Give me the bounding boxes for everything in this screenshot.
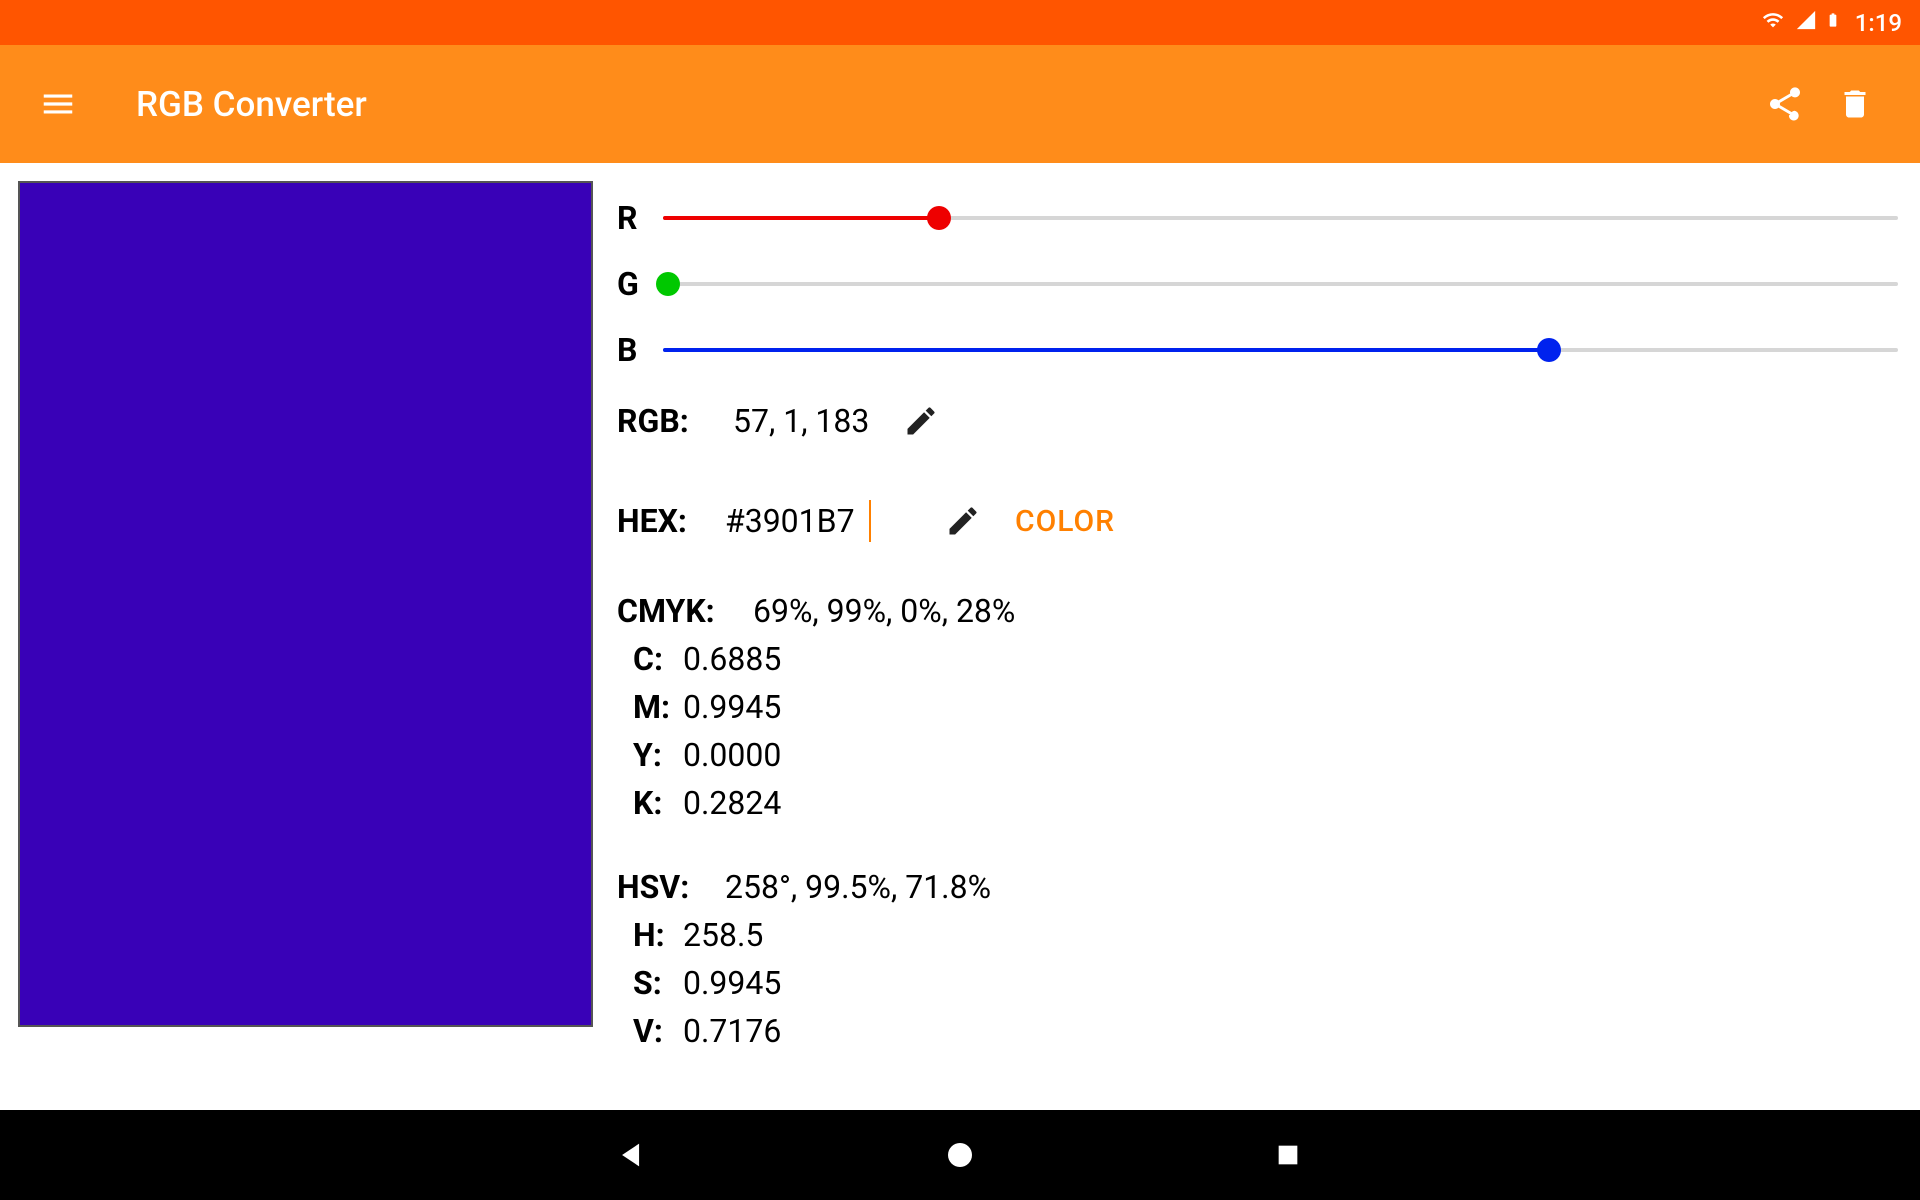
share-button[interactable] [1750,69,1820,139]
trash-icon [1837,86,1873,122]
hex-label: HEX: [617,502,725,540]
android-status-bar: 1:19 [0,0,1920,45]
hsv-block: HSV: 258°, 99.5%, 71.8% H:258.5 S:0.9945… [617,863,1898,1055]
android-nav-bar [0,1110,1920,1200]
edit-rgb-button[interactable] [903,403,939,439]
color-swatch [18,181,593,1027]
slider-row-r: R [617,185,1898,251]
hsv-row: HSV: 258°, 99.5%, 71.8% [617,863,1898,911]
nav-back-button[interactable] [608,1131,656,1179]
cmyk-c-row: C:0.6885 [617,635,1898,683]
menu-button[interactable] [28,74,88,134]
square-recent-icon [1274,1141,1302,1169]
pencil-icon [903,403,939,439]
hex-input[interactable] [725,500,871,542]
hsv-summary: 258°, 99.5%, 71.8% [725,868,991,906]
circle-home-icon [944,1139,976,1171]
slider-row-g: G [617,251,1898,317]
share-icon [1765,84,1805,124]
nav-recent-button[interactable] [1264,1131,1312,1179]
triangle-back-icon [615,1138,649,1172]
signal-icon [1795,9,1817,37]
hamburger-icon [39,85,77,123]
status-time: 1:19 [1855,9,1902,37]
cmyk-k-row: K:0.2824 [617,779,1898,827]
hsv-h-row: H:258.5 [617,911,1898,959]
hsv-s-row: S:0.9945 [617,959,1898,1007]
slider-label-b: B [617,331,663,369]
battery-icon [1825,7,1841,39]
app-title: RGB Converter [136,84,1750,125]
slider-b[interactable] [663,330,1898,370]
slider-r[interactable] [663,198,1898,238]
main-content: R G B RGB: 57, 1, 183 [0,163,1920,1110]
controls-panel: R G B RGB: 57, 1, 183 [593,181,1898,1110]
color-swatch-container [18,181,593,1110]
cmyk-block: CMYK: 69%, 99%, 0%, 28% C:0.6885 M:0.994… [617,587,1898,827]
wifi-icon [1759,9,1787,37]
slider-row-b: B [617,317,1898,383]
cmyk-y-row: Y:0.0000 [617,731,1898,779]
cmyk-row: CMYK: 69%, 99%, 0%, 28% [617,587,1898,635]
slider-g[interactable] [663,264,1898,304]
rgb-label: RGB: [617,402,733,440]
rgb-row: RGB: 57, 1, 183 [617,397,1898,445]
app-bar: RGB Converter [0,45,1920,163]
hex-row: HEX: COLOR [617,497,1898,545]
cmyk-m-row: M:0.9945 [617,683,1898,731]
cmyk-label: CMYK: [617,592,753,630]
rgb-value: 57, 1, 183 [733,402,869,440]
slider-label-r: R [617,199,663,237]
rgb-block: RGB: 57, 1, 183 [617,397,1898,445]
nav-home-button[interactable] [936,1131,984,1179]
pencil-icon [945,503,981,539]
hsv-label: HSV: [617,868,725,906]
edit-hex-button[interactable] [945,503,981,539]
color-picker-button[interactable]: COLOR [1015,504,1115,539]
hsv-v-row: V:0.7176 [617,1007,1898,1055]
delete-button[interactable] [1820,69,1890,139]
cmyk-summary: 69%, 99%, 0%, 28% [753,592,1015,630]
